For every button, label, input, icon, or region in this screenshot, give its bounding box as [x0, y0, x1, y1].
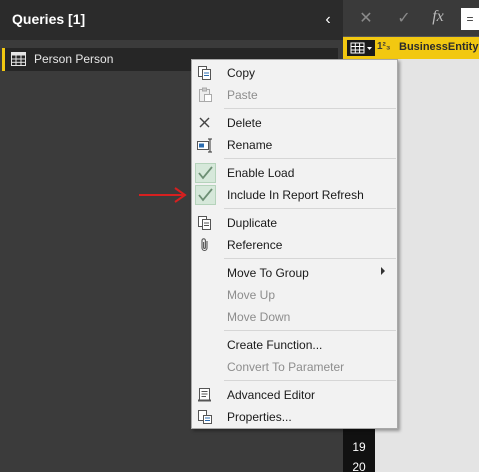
power-query-editor: Queries [1] ‹ Person Person ✕ ✓ fx = 1²₃…	[0, 0, 479, 472]
menu-item-move-up[interactable]: Move Up	[192, 284, 397, 306]
menu-item-label: Copy	[227, 66, 256, 80]
menu-item-label: Move Down	[227, 310, 291, 324]
menu-item-label: Delete	[227, 116, 262, 130]
rename-icon	[197, 137, 213, 153]
collapse-pane-icon[interactable]: ‹	[320, 10, 336, 30]
duplicate-icon	[197, 215, 213, 231]
column-type-icon[interactable]: 1²₃	[377, 41, 391, 52]
confirm-icon[interactable]: ✓	[393, 8, 415, 28]
menu-item-label: Include In Report Refresh	[227, 188, 364, 202]
table-menu-icon[interactable]	[347, 40, 375, 56]
menu-item-properties[interactable]: Properties...	[192, 406, 397, 428]
menu-item-label: Move Up	[227, 288, 276, 302]
formula-input[interactable]: =	[461, 8, 479, 30]
grid-header: 1²₃ BusinessEntityID	[343, 37, 479, 59]
reference-icon	[197, 237, 213, 253]
menu-item-label: Rename	[227, 138, 273, 152]
copy-icon	[197, 65, 213, 81]
checked-icon	[195, 163, 216, 183]
menu-item-label: Properties...	[227, 410, 292, 424]
menu-separator	[224, 380, 396, 381]
menu-separator	[224, 108, 396, 109]
menu-item-copy[interactable]: Copy	[192, 62, 397, 84]
menu-item-label: Enable Load	[227, 166, 295, 180]
menu-item-move-to-group[interactable]: Move To Group	[192, 262, 397, 284]
menu-separator	[224, 330, 396, 331]
menu-item-label: Move To Group	[227, 266, 309, 280]
row-number: 20	[352, 460, 366, 472]
menu-item-label: Create Function...	[227, 338, 323, 352]
query-item-label: Person Person	[34, 52, 114, 66]
menu-item-include-in-report-refresh[interactable]: Include In Report Refresh	[192, 184, 397, 206]
menu-separator	[224, 208, 396, 209]
menu-item-label: Advanced Editor	[227, 388, 316, 402]
table-icon	[11, 52, 26, 71]
menu-item-paste[interactable]: Paste	[192, 84, 397, 106]
fx-icon[interactable]: fx	[427, 8, 449, 26]
menu-item-rename[interactable]: Rename	[192, 134, 397, 156]
submenu-arrow-icon	[381, 267, 385, 275]
column-header-businessentityid[interactable]: BusinessEntityID	[399, 41, 479, 53]
queries-header: Queries [1] ‹	[0, 0, 343, 40]
menu-item-advanced-editor[interactable]: Advanced Editor	[192, 384, 397, 406]
delete-icon	[197, 115, 213, 131]
menu-item-reference[interactable]: Reference	[192, 234, 397, 256]
menu-item-convert-to-parameter[interactable]: Convert To Parameter	[192, 356, 397, 378]
cancel-icon[interactable]: ✕	[355, 8, 377, 28]
row-number: 19	[352, 440, 366, 454]
menu-separator	[224, 258, 396, 259]
menu-item-label: Reference	[227, 238, 283, 252]
menu-item-duplicate[interactable]: Duplicate	[192, 212, 397, 234]
paste-icon	[197, 87, 213, 103]
checked-icon	[195, 185, 216, 205]
menu-separator	[224, 158, 396, 159]
advanced-editor-icon	[197, 387, 213, 403]
menu-item-create-function[interactable]: Create Function...	[192, 334, 397, 356]
menu-item-label: Convert To Parameter	[227, 360, 345, 374]
annotation-arrow-icon	[139, 187, 187, 203]
formula-bar: ✕ ✓ fx =	[343, 0, 479, 37]
menu-item-label: Paste	[227, 88, 258, 102]
menu-item-move-down[interactable]: Move Down	[192, 306, 397, 328]
menu-item-label: Duplicate	[227, 216, 278, 230]
properties-icon	[197, 409, 213, 425]
menu-item-enable-load[interactable]: Enable Load	[192, 162, 397, 184]
queries-title: Queries [1]	[12, 11, 86, 27]
menu-item-delete[interactable]: Delete	[192, 112, 397, 134]
context-menu: Copy Paste Delete Rename Enable Load Inc…	[191, 59, 398, 429]
